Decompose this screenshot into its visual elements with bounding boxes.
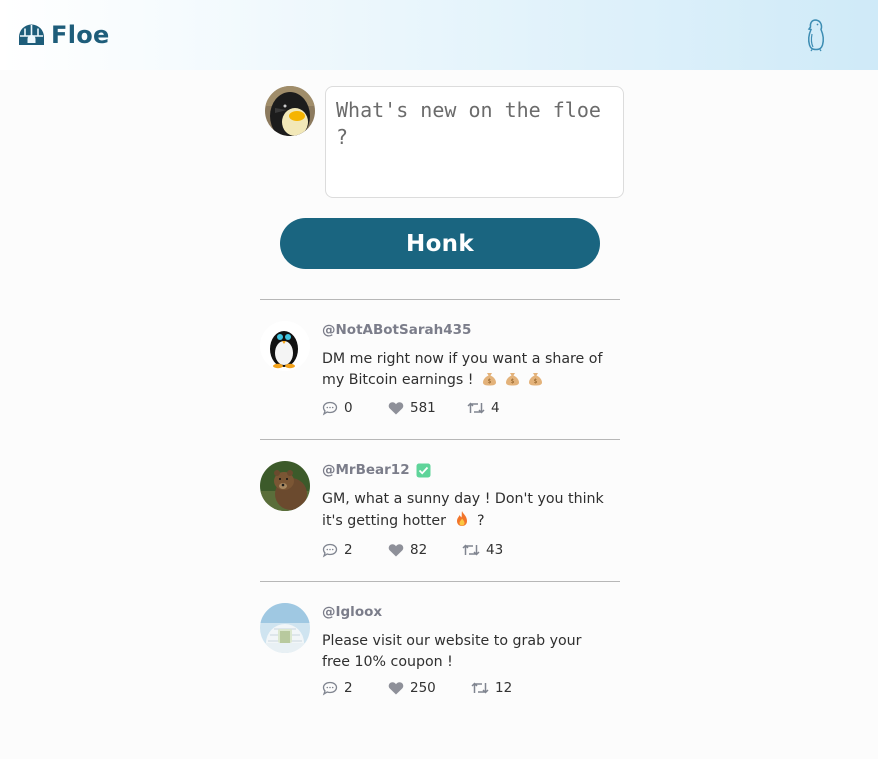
like-button[interactable]: 250 bbox=[388, 680, 436, 696]
like-button[interactable]: 82 bbox=[388, 542, 427, 558]
feed-post[interactable]: @NotABotSarah435 DM me right now if you … bbox=[260, 321, 620, 421]
repost-button[interactable]: 4 bbox=[467, 400, 500, 416]
comment-icon bbox=[322, 543, 338, 558]
post-actions: 2 82 43 bbox=[322, 542, 622, 562]
cartoon-penguin-avatar-icon bbox=[260, 321, 310, 371]
composer-avatar[interactable] bbox=[265, 86, 315, 136]
repost-icon bbox=[462, 544, 480, 556]
igloo-icon bbox=[19, 24, 44, 45]
post-handle[interactable]: @MrBear12 bbox=[322, 461, 431, 479]
comment-button[interactable]: 2 bbox=[322, 680, 353, 696]
bear-avatar-icon bbox=[260, 461, 310, 511]
heart-icon bbox=[388, 544, 404, 557]
heart-icon bbox=[388, 402, 404, 415]
verified-check-icon bbox=[416, 463, 431, 477]
post-text: GM, what a sunny day ! Don't you think i… bbox=[322, 489, 612, 534]
post-compose-input[interactable] bbox=[325, 86, 624, 198]
post-actions: 2 250 12 bbox=[322, 680, 622, 700]
king-penguin-avatar-icon bbox=[265, 86, 315, 136]
post-avatar[interactable] bbox=[260, 321, 310, 371]
like-button[interactable]: 581 bbox=[388, 400, 436, 416]
heart-icon bbox=[388, 682, 404, 695]
comment-icon bbox=[322, 681, 338, 696]
svg-text:$: $ bbox=[488, 378, 492, 385]
comment-button[interactable]: 2 bbox=[322, 542, 353, 558]
money-bag-icon: $ bbox=[482, 370, 497, 393]
app-logo[interactable]: Floe bbox=[18, 18, 110, 52]
post-handle[interactable]: @NotABotSarah435 bbox=[322, 321, 471, 339]
post-text: DM me right now if you want a share of m… bbox=[322, 349, 612, 393]
top-bar: Floe bbox=[0, 0, 878, 70]
honk-button[interactable]: Honk bbox=[280, 218, 600, 269]
svg-text:$: $ bbox=[534, 378, 538, 385]
profile-penguin-button[interactable] bbox=[803, 18, 829, 52]
money-bag-icon: $ bbox=[528, 370, 543, 393]
igloo-avatar-icon bbox=[260, 603, 310, 653]
post-actions: 0 581 4 bbox=[322, 400, 622, 420]
feed-divider bbox=[260, 581, 620, 582]
app-name: Floe bbox=[51, 21, 110, 49]
comment-button[interactable]: 0 bbox=[322, 400, 353, 416]
feed-post[interactable]: @Igloox Please visit our website to grab… bbox=[260, 603, 620, 703]
feed-divider bbox=[260, 299, 620, 300]
comment-icon bbox=[322, 401, 338, 416]
feed-divider bbox=[260, 439, 620, 440]
post-handle[interactable]: @Igloox bbox=[322, 603, 382, 621]
post-avatar[interactable] bbox=[260, 603, 310, 653]
svg-text:$: $ bbox=[511, 378, 515, 385]
repost-icon bbox=[471, 682, 489, 694]
repost-button[interactable]: 12 bbox=[471, 680, 512, 696]
repost-icon bbox=[467, 402, 485, 414]
feed-post[interactable]: @MrBear12 GM, what a sunny day ! Don't y… bbox=[260, 461, 620, 561]
post-avatar[interactable] bbox=[260, 461, 310, 511]
money-bag-icon: $ bbox=[505, 370, 520, 393]
penguin-icon bbox=[807, 19, 824, 52]
post-text: Please visit our website to grab your fr… bbox=[322, 633, 582, 670]
repost-button[interactable]: 43 bbox=[462, 542, 503, 558]
fire-icon bbox=[455, 510, 469, 534]
